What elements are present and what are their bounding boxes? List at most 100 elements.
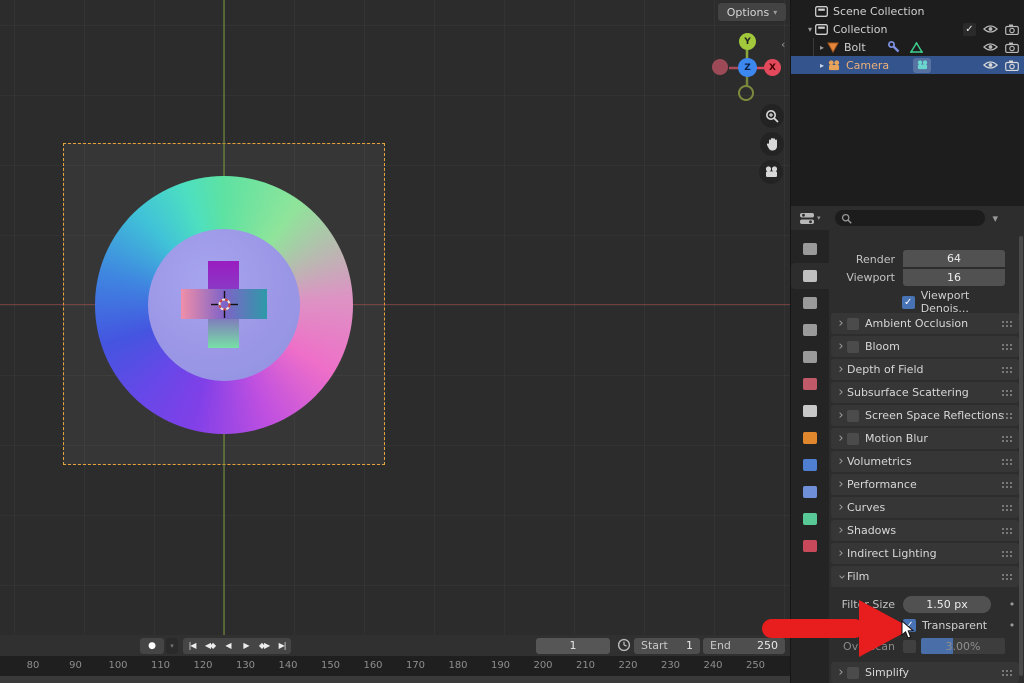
properties-search-input[interactable]	[835, 210, 985, 226]
disclosure-closed-icon[interactable]: ▸	[817, 43, 827, 52]
modifier-wrench-icon[interactable]	[888, 41, 900, 53]
drag-handle-icon[interactable]	[1001, 389, 1014, 396]
object-tab[interactable]	[791, 425, 829, 451]
panel-section-shadows[interactable]: ›Shadows	[831, 520, 1019, 541]
disclosure-open-icon[interactable]: ▾	[805, 25, 815, 34]
section-checkbox[interactable]	[847, 318, 859, 330]
panel-section-film[interactable]: ›Film	[831, 566, 1019, 587]
outliner-row-bolt[interactable]: ▸ Bolt	[791, 38, 1024, 56]
jump-to-start-button[interactable]: |◀	[183, 638, 201, 654]
texture-tab[interactable]	[791, 533, 829, 559]
output-tab[interactable]	[791, 290, 829, 316]
eye-icon[interactable]	[983, 60, 998, 70]
viewport-denoising-checkbox[interactable]: ✓	[902, 296, 915, 309]
panel-section-screen-space-reflections[interactable]: ›Screen Space Reflections	[831, 405, 1019, 426]
scene-tab[interactable]	[791, 344, 829, 370]
drag-handle-icon[interactable]	[1001, 504, 1014, 511]
3d-viewport[interactable]: Options ▾ ‹ Y X Z	[0, 0, 790, 635]
gizmo-minus-y-axis[interactable]	[738, 85, 754, 101]
view-layer-tab[interactable]	[791, 317, 829, 343]
panel-section-indirect-lighting[interactable]: ›Indirect Lighting	[831, 543, 1019, 564]
viewport-pan-button[interactable]	[760, 132, 784, 156]
viewport-samples-label: Viewport	[831, 271, 903, 284]
panel-section-simplify[interactable]: › Simplify	[831, 662, 1019, 683]
drag-handle-icon[interactable]	[1001, 458, 1014, 465]
frame-start-field[interactable]: Start 1	[634, 638, 700, 654]
playback-sync-clock-icon[interactable]	[617, 638, 631, 652]
render-visibility-icon[interactable]	[1005, 24, 1019, 35]
constraints-tab[interactable]	[791, 479, 829, 505]
mouse-cursor	[901, 620, 915, 640]
section-checkbox[interactable]	[847, 341, 859, 353]
section-checkbox[interactable]	[847, 410, 859, 422]
eye-icon[interactable]	[983, 24, 998, 34]
panel-section-depth-of-field[interactable]: ›Depth of Field	[831, 359, 1019, 380]
panel-section-volumetrics[interactable]: ›Volumetrics	[831, 451, 1019, 472]
drag-handle-icon[interactable]	[1001, 573, 1014, 580]
play-reverse-button[interactable]: ◀	[219, 638, 237, 654]
panel-section-performance[interactable]: ›Performance	[831, 474, 1019, 495]
animate-dot-icon[interactable]: •	[1005, 619, 1019, 632]
outliner-row-scene-collection[interactable]: Scene Collection	[791, 2, 1024, 20]
gizmo-z-axis[interactable]: Z	[738, 58, 757, 77]
drag-handle-icon[interactable]	[1001, 550, 1014, 557]
play-button[interactable]: ▶	[237, 638, 255, 654]
section-checkbox[interactable]	[847, 433, 859, 445]
options-button[interactable]: Options ▾	[718, 3, 786, 21]
drag-handle-icon[interactable]	[1001, 320, 1014, 327]
viewport-zoom-button[interactable]	[760, 104, 784, 128]
next-keyframe-button[interactable]: ◆▶	[255, 638, 273, 654]
view-layer-icon	[803, 324, 817, 336]
render-visibility-icon[interactable]	[1005, 42, 1019, 53]
jump-to-end-button[interactable]: ▶|	[273, 638, 291, 654]
panel-section-bloom[interactable]: ›Bloom	[831, 336, 1019, 357]
previous-keyframe-button[interactable]: ◀◆	[201, 638, 219, 654]
camera-data-chip[interactable]	[913, 58, 931, 73]
animate-dot-icon[interactable]: •	[1005, 598, 1019, 611]
collection-tab[interactable]	[791, 398, 829, 424]
properties-scrollbar[interactable]	[1019, 236, 1023, 676]
render-icon	[803, 270, 817, 282]
outliner-label: Collection	[833, 23, 887, 36]
eye-icon[interactable]	[983, 42, 998, 52]
render-tab[interactable]	[791, 263, 829, 289]
drag-handle-icon[interactable]	[1001, 435, 1014, 442]
outliner-row-camera[interactable]: ▸ Camera	[791, 56, 1024, 74]
render-samples-field[interactable]: 64	[903, 250, 1005, 267]
panel-section-curves[interactable]: ›Curves	[831, 497, 1019, 518]
timeline-header: ● ▾ |◀◀◆◀▶◆▶▶| 1 Start 1 End 250	[0, 635, 790, 656]
gizmo-y-axis[interactable]: Y	[739, 33, 756, 50]
outliner-row-collection[interactable]: ▾ Collection ✓	[791, 20, 1024, 38]
viewport-samples-field[interactable]: 16	[903, 269, 1005, 286]
auto-keyframe-button[interactable]: ●	[140, 638, 164, 654]
render-visibility-icon[interactable]	[1005, 60, 1019, 71]
tool-tab[interactable]	[791, 236, 829, 262]
panel-section-subsurface-scattering[interactable]: ›Subsurface Scattering	[831, 382, 1019, 403]
overscan-slider[interactable]: 3.00%	[921, 638, 1005, 654]
object-data-tab[interactable]	[791, 506, 829, 532]
physics-icon	[803, 459, 817, 471]
viewport-camera-button[interactable]	[759, 160, 783, 184]
editor-type-button[interactable]: ▾	[799, 212, 821, 225]
section-checkbox[interactable]	[847, 667, 859, 679]
panel-section-motion-blur[interactable]: ›Motion Blur	[831, 428, 1019, 449]
timeline-ruler[interactable]: 8090100110120130140150160170180190200210…	[0, 656, 790, 676]
disclosure-closed-icon[interactable]: ▸	[817, 61, 827, 70]
drag-handle-icon[interactable]	[1001, 366, 1014, 373]
drag-handle-icon[interactable]	[1001, 481, 1014, 488]
panel-section-ambient-occlusion[interactable]: ›Ambient Occlusion	[831, 313, 1019, 334]
drag-handle-icon[interactable]	[1001, 412, 1014, 419]
gizmo-x-axis[interactable]: X	[764, 59, 781, 76]
current-frame-value: 1	[570, 639, 577, 652]
drag-handle-icon[interactable]	[1001, 669, 1014, 676]
filter-dropdown-icon[interactable]: ▾	[993, 212, 999, 225]
current-frame-field[interactable]: 1	[536, 638, 610, 654]
mesh-data-icon[interactable]	[910, 42, 923, 53]
exclude-checkbox[interactable]: ✓	[963, 23, 976, 36]
gizmo-minus-x-axis[interactable]	[712, 59, 728, 75]
world-tab[interactable]	[791, 371, 829, 397]
keying-set-dropdown[interactable]: ▾	[166, 638, 178, 654]
drag-handle-icon[interactable]	[1001, 343, 1014, 350]
physics-tab[interactable]	[791, 452, 829, 478]
drag-handle-icon[interactable]	[1001, 527, 1014, 534]
